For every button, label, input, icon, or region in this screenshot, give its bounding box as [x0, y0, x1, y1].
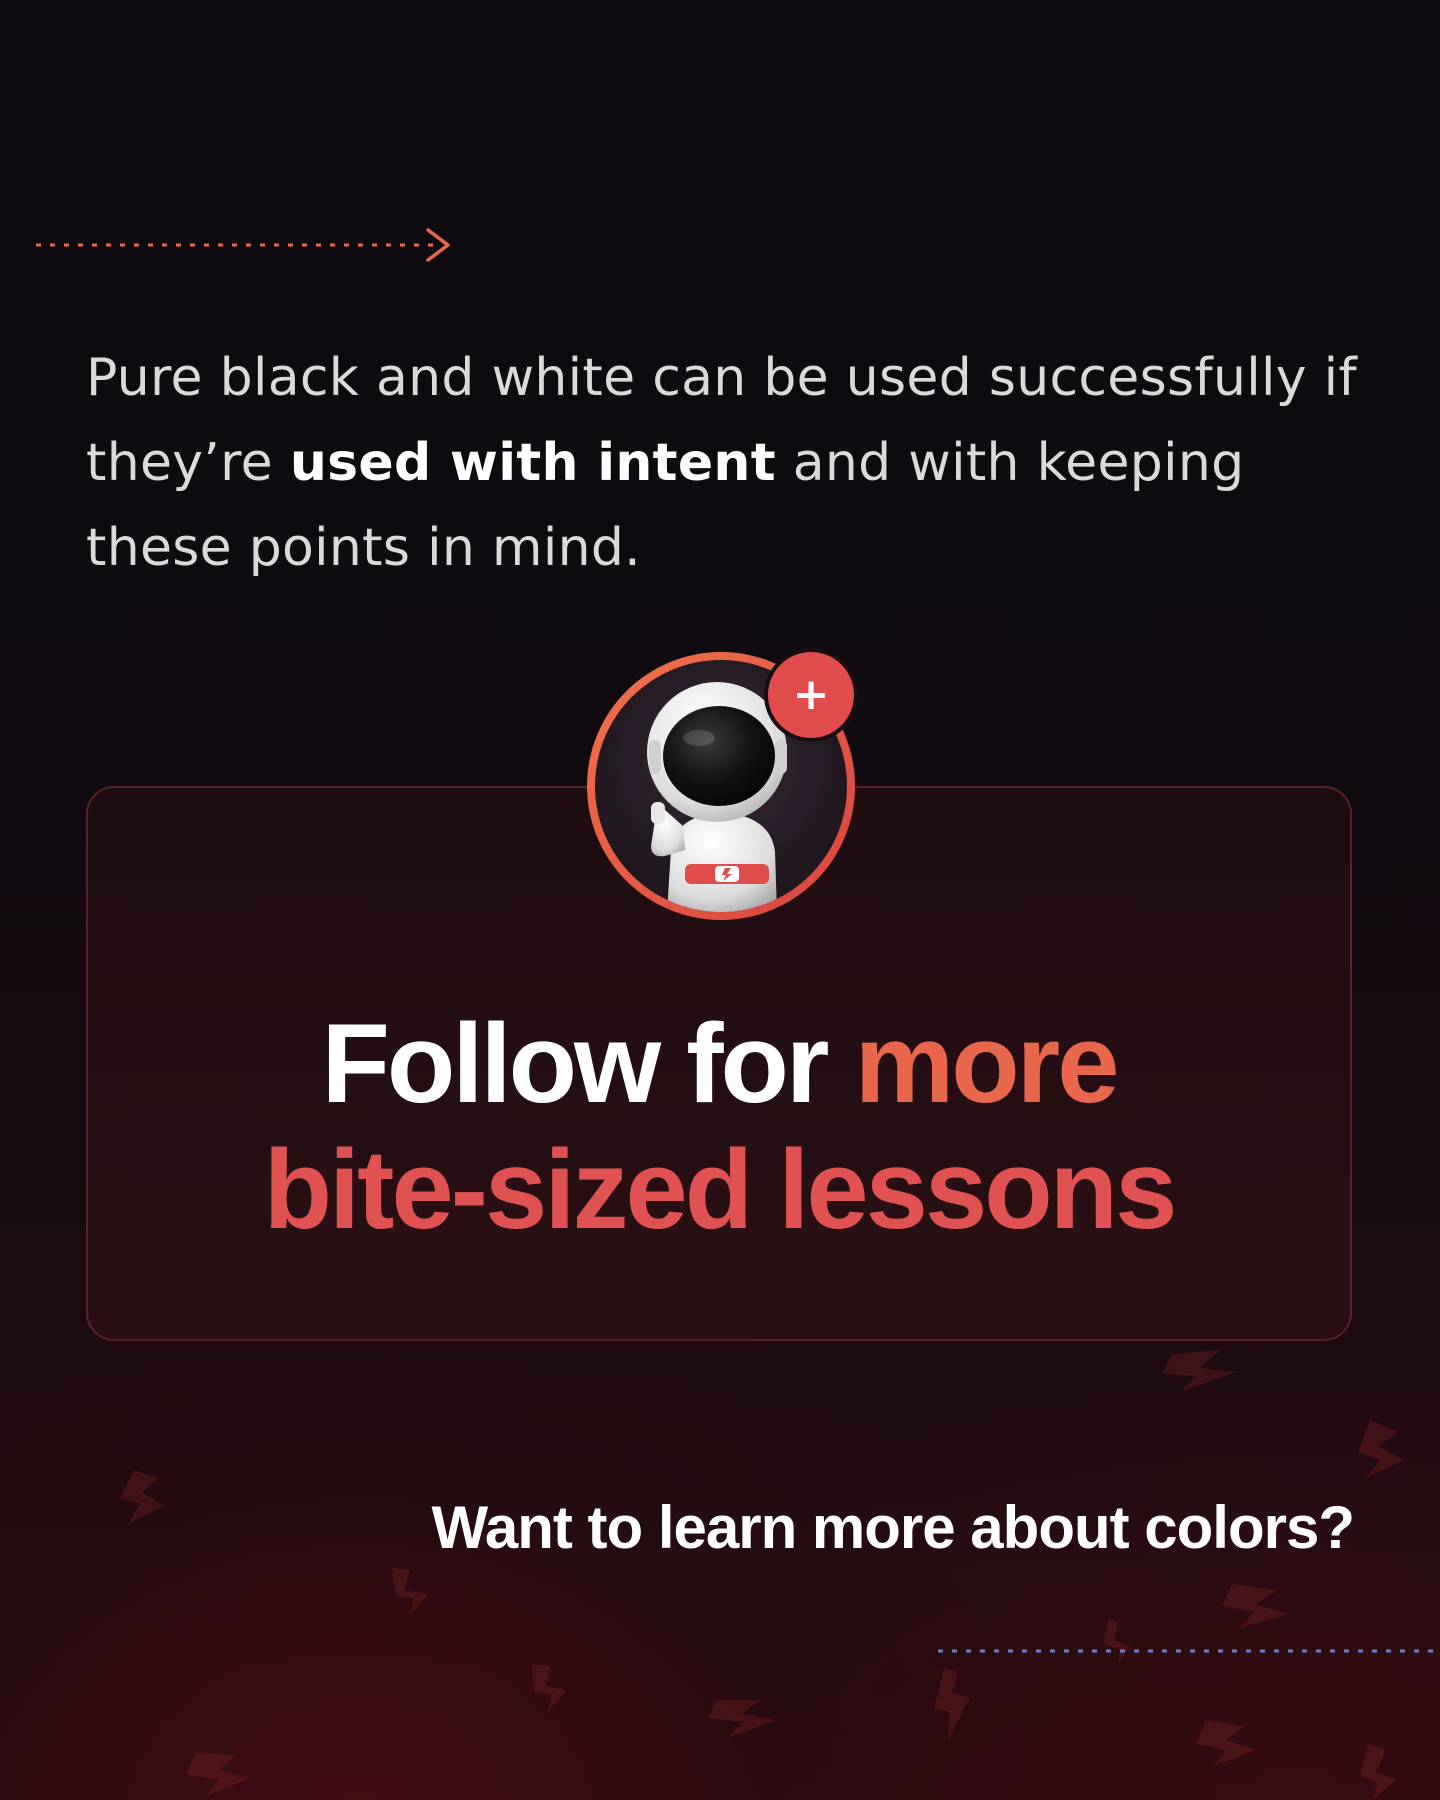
- intro-emphasis: used with intent: [289, 433, 776, 493]
- cta-lessons-text: bite-sized lessons: [263, 1127, 1178, 1252]
- lightning-bolt-icon: [120, 1470, 164, 1524]
- lightning-bolt-icon: [1360, 1744, 1396, 1800]
- lightning-bolt-icon: [1358, 1420, 1404, 1478]
- lightning-bolt-icon: [532, 1664, 566, 1712]
- learn-more-question: Want to learn more about colors?: [431, 1494, 1355, 1561]
- lightning-bolt-icon: [934, 1668, 970, 1740]
- profile-avatar[interactable]: +: [587, 652, 855, 920]
- lightning-bolt-icon: [1222, 1584, 1288, 1628]
- lightning-bolt-icon: [708, 1700, 776, 1738]
- plus-icon: +: [792, 669, 830, 720]
- lightning-bolt-icon: [186, 1752, 250, 1796]
- lightning-bolt-icon: [392, 1568, 428, 1616]
- cta-heading: Follow for more bite-sized lessons: [88, 1001, 1350, 1253]
- cta-line-1: Follow for more: [88, 1001, 1350, 1127]
- intro-paragraph: Pure black and white can be used success…: [86, 336, 1386, 591]
- follow-plus-button[interactable]: +: [768, 652, 854, 738]
- lightning-bolt-icon: [1162, 1350, 1236, 1392]
- lightning-bolt-icon: [1196, 1720, 1256, 1766]
- dotted-line-decoration: [938, 1649, 1440, 1653]
- dotted-arrow-right-icon: [36, 228, 450, 262]
- cta-follow-text: Follow for: [321, 1001, 855, 1126]
- cta-more-text: more: [854, 1001, 1120, 1126]
